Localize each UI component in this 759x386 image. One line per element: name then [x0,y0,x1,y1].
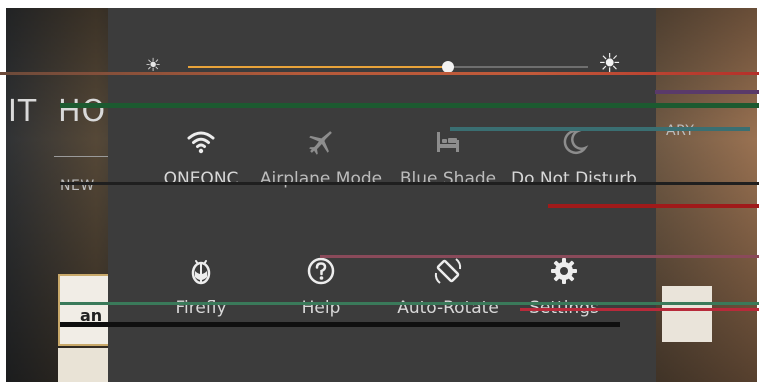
glitch-bar [320,255,759,258]
airplane-icon [309,131,332,155]
tile-wifi-label: ONEONC [163,169,239,189]
firefly-icon [191,260,211,285]
bg-nav-library[interactable]: ARY [666,123,694,139]
wifi-icon [187,131,215,154]
tile-blue-shade[interactable]: Blue Shade [378,126,518,190]
gear-icon [551,258,577,284]
glitch-bar [60,182,759,185]
brightness-slider-fill [188,66,448,68]
bg-divider [54,156,108,157]
tile-dnd-label: Do Not Disturb [511,169,637,189]
glitch-bar [450,127,750,131]
bg-left-fragment: IT [8,94,38,129]
brightness-slider[interactable] [188,61,588,73]
tile-firefly-label: Firefly [175,298,227,318]
tile-do-not-disturb[interactable]: Do Not Disturb [504,126,644,190]
glitch-bar [60,103,759,108]
tile-wifi[interactable]: ONEONC [131,126,271,190]
bg-content-card-3[interactable] [662,286,712,342]
glitch-bar [520,308,759,311]
tile-help[interactable]: Help [251,255,391,319]
tile-firefly[interactable]: Firefly [131,255,271,319]
tile-airplane[interactable]: Airplane Mode [251,126,391,190]
bg-nav-new[interactable]: NEW [60,178,95,194]
glitch-bar [548,204,759,208]
tile-help-label: Help [301,298,341,318]
tile-blue-shade-label: Blue Shade [399,169,497,189]
glitch-bar [655,90,759,94]
glitch-bar [60,302,759,305]
glitch-bar [60,322,620,327]
help-icon [307,257,335,285]
glitch-bar [0,72,759,75]
bg-home-title[interactable]: HO [58,94,106,129]
rotate-icon [434,258,462,284]
tile-airplane-label: Airplane Mode [259,169,383,189]
